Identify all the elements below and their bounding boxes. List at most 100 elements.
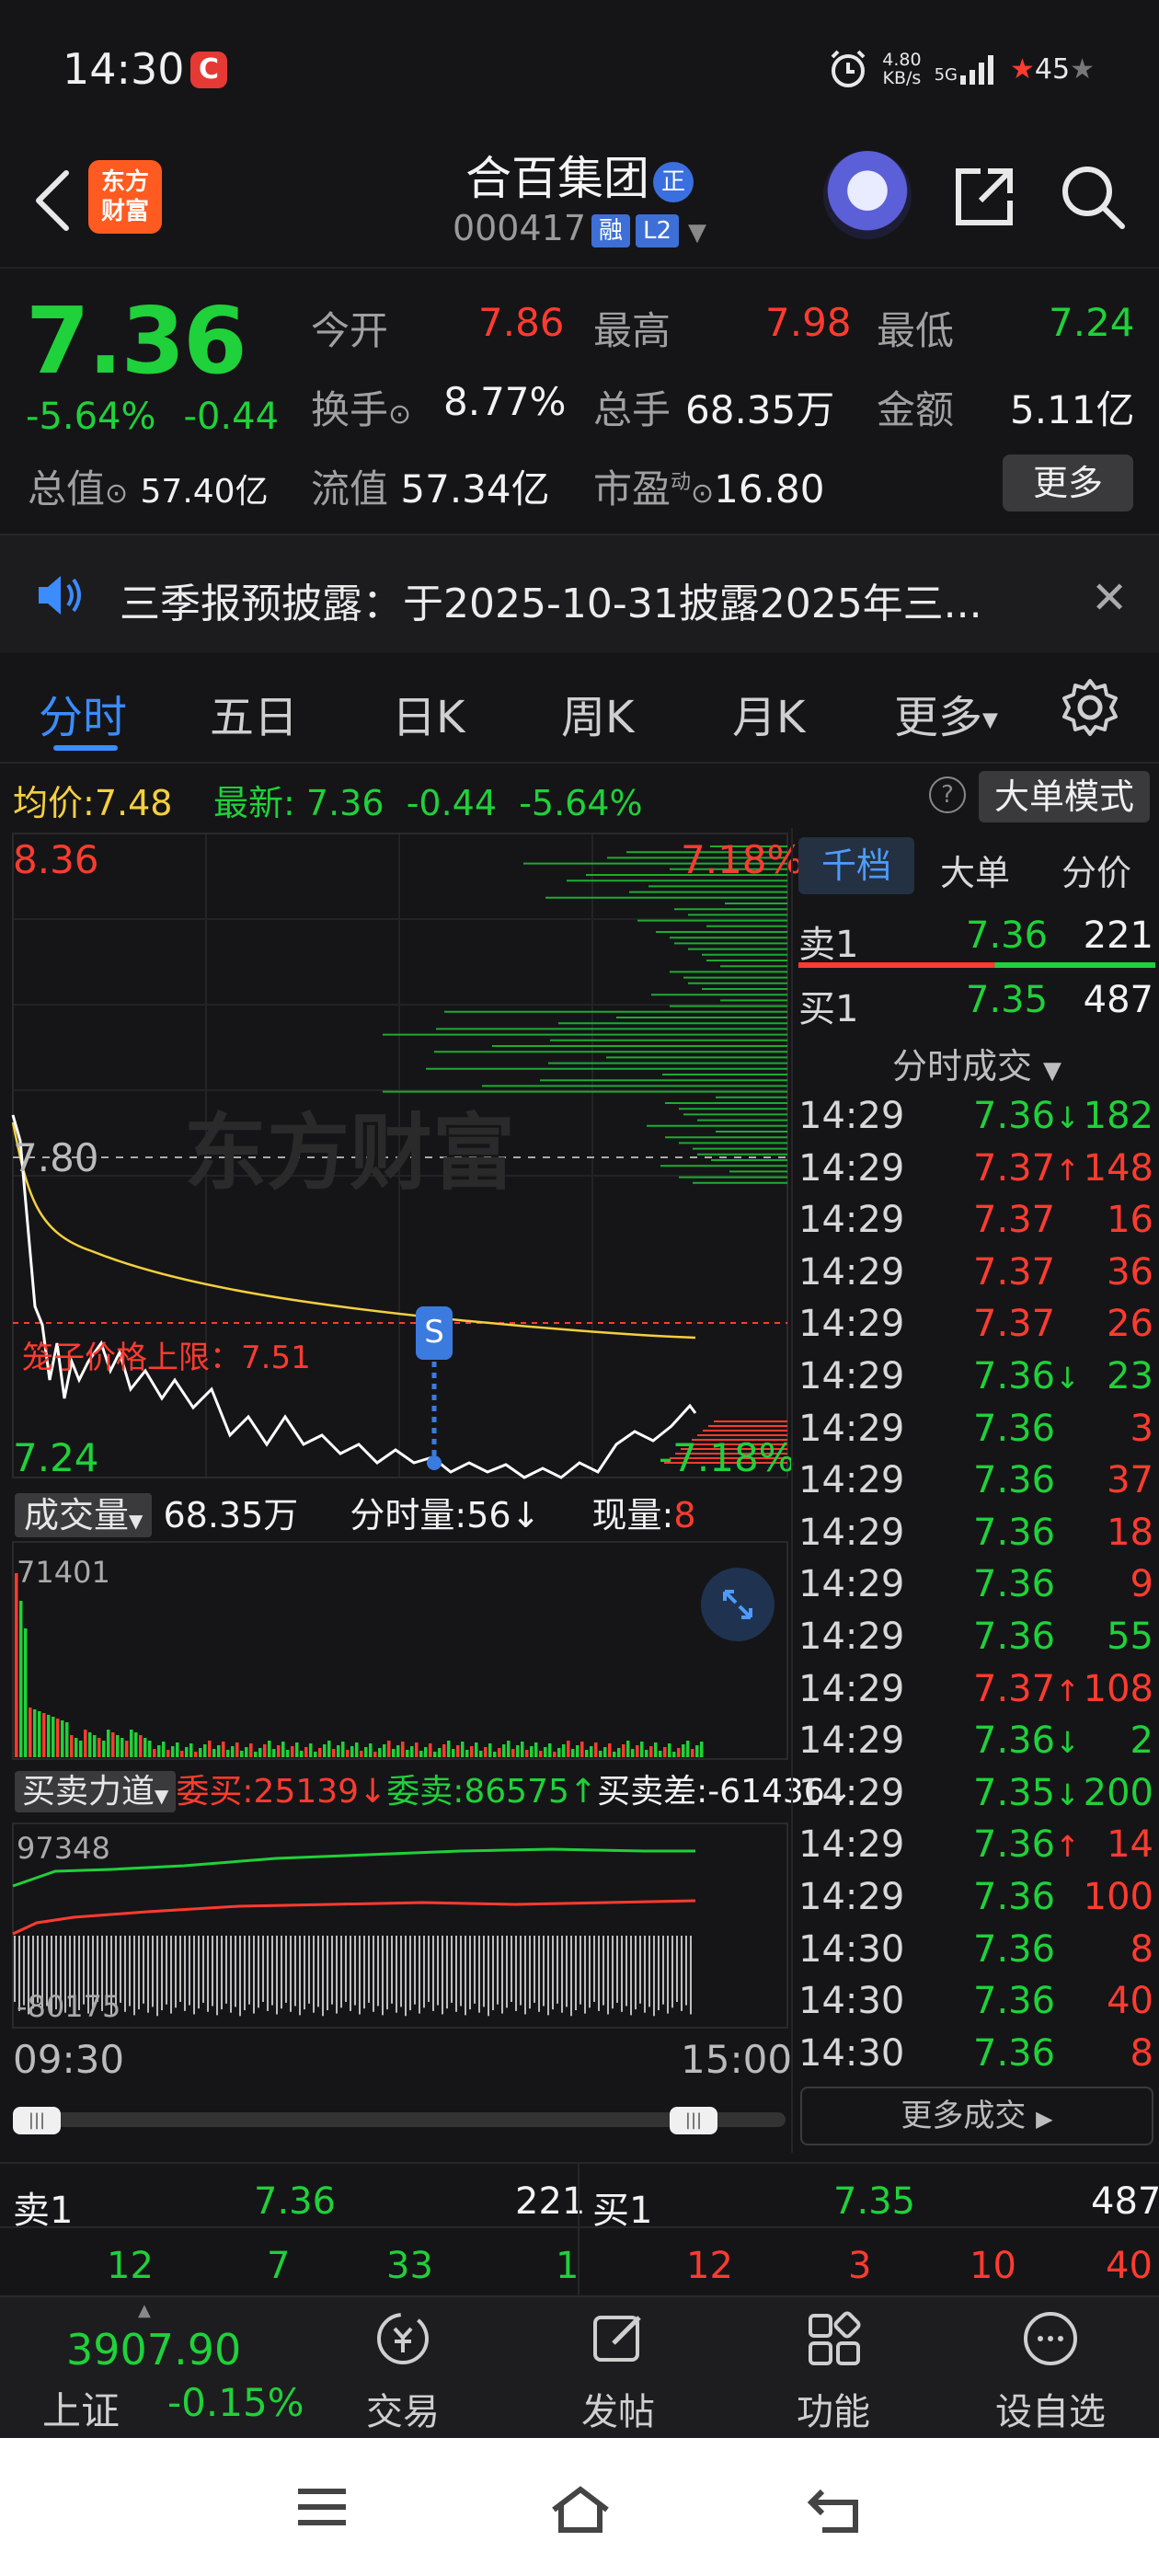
float-item: 流值 57.34亿 — [311, 458, 550, 514]
amount-label: 金额 — [877, 387, 955, 432]
range-handle-right[interactable]: ||| — [670, 2107, 717, 2134]
trade-price-value: 7.36 — [973, 1407, 1056, 1450]
trade-price: 7.36 — [973, 2032, 1055, 2075]
announcement-bar[interactable]: 三季报预披露：于2025-10-31披露2025年三... ✕ — [0, 534, 1159, 653]
volume-bar — [576, 1745, 580, 1757]
trade-volume: 8 — [1130, 2031, 1153, 2075]
share-icon[interactable] — [947, 160, 1021, 234]
nav-watchlist[interactable]: 设自选 — [986, 2306, 1115, 2435]
trade-price-value: 7.37 — [973, 1303, 1056, 1346]
nav-watchlist-label: 设自选 — [995, 2391, 1106, 2433]
price-mid-label: 7.80 — [13, 1135, 99, 1180]
force-bid-line — [12, 1847, 695, 1888]
big-order-mode-button[interactable]: 大单模式 — [979, 771, 1150, 822]
latest-value: 7.36 — [305, 783, 384, 823]
pe-value: 16.80 — [714, 466, 825, 512]
trade-time: 14:29 — [798, 1303, 905, 1346]
ask-arrow-icon: ↑ — [568, 1773, 598, 1811]
volume-bar — [189, 1743, 193, 1757]
announcement-text[interactable]: 三季报预披露：于2025-10-31披露2025年三... — [120, 570, 982, 629]
pe-item[interactable]: 市盈动⊙16.80 — [593, 458, 824, 514]
expand-icon[interactable] — [701, 1568, 775, 1641]
volume-bar — [571, 1749, 575, 1757]
home-icon[interactable] — [548, 2484, 613, 2536]
more-quote-button[interactable]: 更多 — [1003, 454, 1133, 512]
tab-price-distribution[interactable]: 分价 — [1061, 845, 1131, 895]
trade-arrow-icon: ↑ — [1055, 1152, 1080, 1188]
volume-bar — [217, 1745, 221, 1757]
tab-intraday[interactable]: 分时 — [39, 681, 127, 745]
volume-bar — [245, 1747, 248, 1757]
volume-bar — [626, 1741, 630, 1757]
volume-bar — [677, 1748, 681, 1757]
help-icon[interactable]: ? — [929, 776, 966, 813]
event-marker[interactable]: S — [416, 1306, 453, 1360]
nav-trade[interactable]: 交易 — [339, 2306, 467, 2435]
ask1-row: 卖1 7.36 221 — [793, 907, 1159, 966]
tab-weekly-k[interactable]: 周K — [561, 681, 634, 745]
avg-value: 7.48 — [94, 783, 173, 823]
volume-bar — [314, 1752, 317, 1757]
amount-value: 5.11亿 — [1010, 387, 1135, 432]
trade-price-value: 7.36 — [973, 1459, 1056, 1502]
volume-bar — [364, 1747, 368, 1757]
tab-monthly-k[interactable]: 月K — [732, 681, 805, 745]
menu-icon[interactable] — [294, 2484, 350, 2530]
volume-bar — [594, 1742, 598, 1757]
volume-bar — [337, 1745, 340, 1757]
average-price: 均价:7.48 — [13, 775, 172, 825]
mcap-item[interactable]: 总值⊙ 57.40亿 — [28, 458, 269, 514]
gear-icon[interactable] — [1058, 675, 1122, 740]
trade-arrow-icon: ↑ — [1055, 1829, 1080, 1865]
ask-breakdown-4: 1 — [556, 2245, 580, 2287]
volume-selector[interactable]: 成交量▼ — [15, 1493, 153, 1537]
nav-post[interactable]: 发帖 — [554, 2306, 683, 2435]
trades-title[interactable]: 分时成交 ▼ — [793, 1038, 1159, 1088]
range-handle-left[interactable]: ||| — [13, 2107, 61, 2134]
trades-title-text: 分时成交 — [891, 1046, 1032, 1087]
tab-big-orders[interactable]: 大单 — [940, 845, 1010, 895]
tab-more[interactable]: 更多▼ — [894, 681, 998, 745]
volume-bar — [373, 1752, 377, 1757]
nav-function[interactable]: 功能 — [769, 2306, 898, 2435]
trade-time: 14:29 — [798, 1823, 905, 1867]
trade-row: 14:30 7.36 8 — [793, 1928, 1159, 1980]
bid1-vol: 487 — [1083, 979, 1153, 1021]
more-trades-button[interactable]: 更多成交 ▶ — [800, 2087, 1153, 2145]
volume-bar — [318, 1748, 322, 1757]
trade-time: 14:29 — [798, 1563, 905, 1606]
force-bottom-label: -80175 — [17, 1989, 121, 2024]
volume-bar — [52, 1717, 55, 1757]
assistant-robot-icon[interactable] — [823, 151, 912, 239]
turnover-item[interactable]: 换手⊙ — [311, 379, 411, 435]
tab-order-book[interactable]: 千档 — [798, 837, 914, 894]
battery-level: 45 — [1034, 52, 1071, 86]
tab-more-label: 更多 — [894, 692, 983, 743]
volume-bar — [162, 1742, 166, 1757]
intraday-chart[interactable]: 8.36 7.18% 7.80 东方财富 笼子价格上限：7.51 S 7.24 … — [0, 828, 853, 2162]
search-icon[interactable] — [1056, 160, 1130, 234]
open-item: 今开 — [311, 300, 388, 356]
price-top-label: 8.36 — [13, 837, 99, 882]
bottom-nav: ▲ 3907.90 上证 -0.15% 交易 发帖 功能 设自选 — [0, 2295, 1159, 2438]
force-selector[interactable]: 买卖力道▼ — [15, 1771, 177, 1812]
close-icon[interactable]: ✕ — [1091, 572, 1128, 624]
volume-bar — [84, 1730, 87, 1757]
tab-five-day[interactable]: 五日 — [210, 681, 298, 745]
volume-bar — [516, 1745, 520, 1757]
volume-bar — [622, 1744, 625, 1757]
trade-row: 14:30 7.36 8 — [793, 2032, 1159, 2084]
tab-daily-k[interactable]: 日K — [392, 681, 465, 745]
bid-committed: 委买:25139 — [176, 1773, 360, 1811]
trade-row: 14:29 7.36 55 — [793, 1616, 1159, 1667]
trade-arrow-icon: ↓ — [1055, 1361, 1080, 1396]
trade-price: 7.36 — [973, 1616, 1055, 1658]
trade-price-value: 7.36 — [973, 1511, 1056, 1554]
volume-bar — [470, 1746, 474, 1757]
trade-price-value: 7.36 — [973, 2031, 1056, 2075]
mcap-info-icon: ⊙ — [105, 477, 129, 510]
more-trades-label: 更多成交 — [901, 2098, 1027, 2134]
volume-item: 总手 — [593, 379, 671, 435]
back-nav-icon[interactable] — [806, 2484, 866, 2536]
volume-bar — [484, 1747, 488, 1757]
